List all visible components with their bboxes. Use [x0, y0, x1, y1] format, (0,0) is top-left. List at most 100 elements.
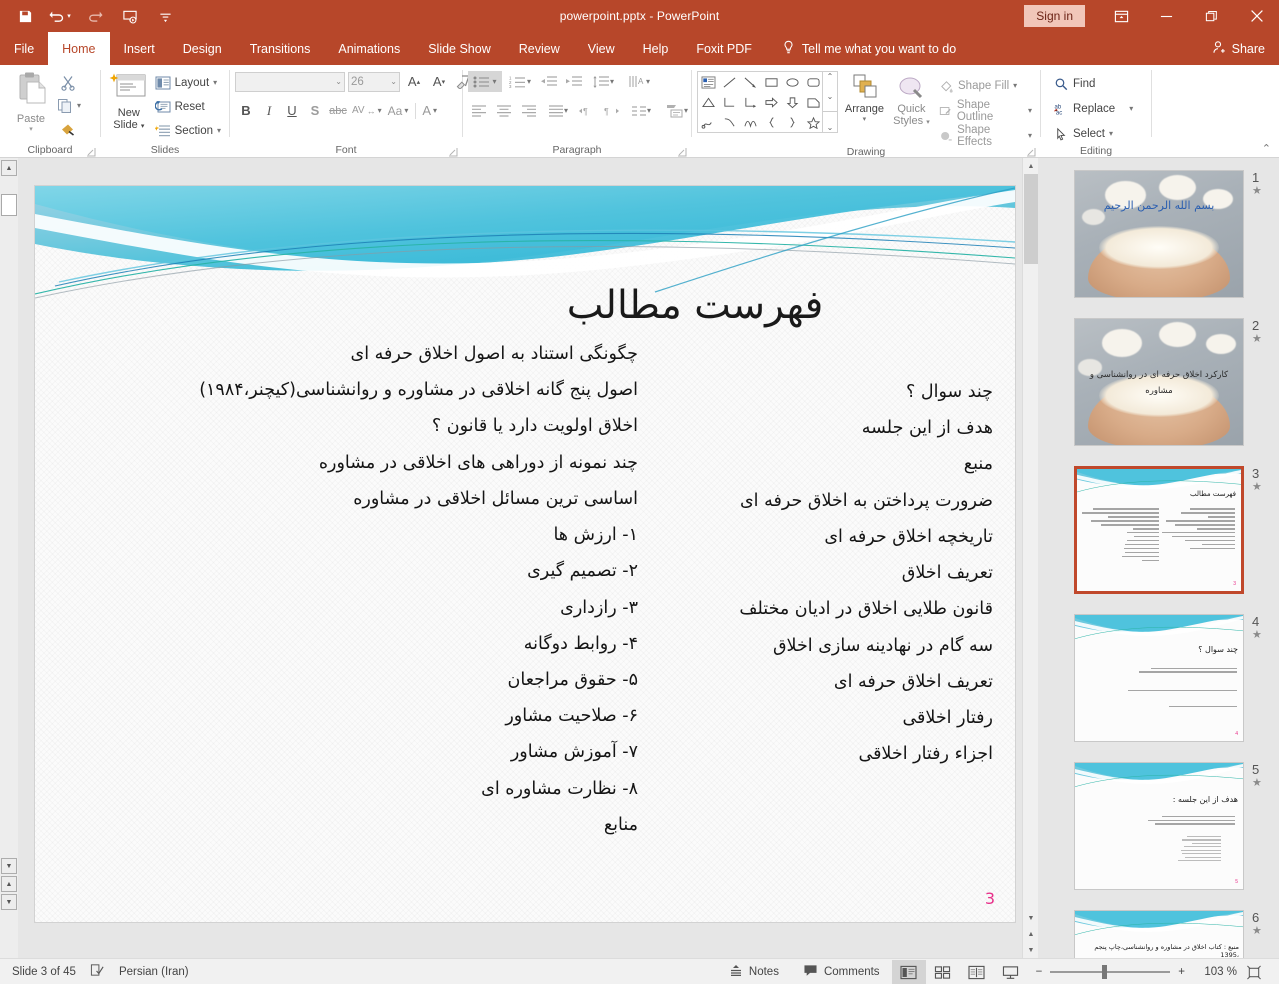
- align-center-button[interactable]: [493, 100, 515, 121]
- slide-title[interactable]: فهرست مطالب: [395, 282, 995, 331]
- tell-me-search[interactable]: Tell me what you want to do: [766, 32, 956, 65]
- font-dialog-launcher-icon[interactable]: [448, 147, 458, 157]
- reset-button[interactable]: Reset: [152, 96, 224, 117]
- increase-indent-button[interactable]: [563, 71, 585, 92]
- paste-button[interactable]: Paste ▾: [5, 69, 57, 133]
- font-name-combobox[interactable]: ⌄: [235, 72, 345, 92]
- triangle-shape-icon[interactable]: [698, 92, 719, 112]
- replace-button[interactable]: abac Replace ▾: [1051, 98, 1136, 119]
- zoom-percent[interactable]: 103 %: [1193, 966, 1237, 978]
- rail-scroll-thumb[interactable]: [1, 194, 17, 216]
- arc-shape-icon[interactable]: [740, 112, 761, 132]
- align-right-button[interactable]: [518, 100, 540, 121]
- zoom-in-button[interactable]: +: [1178, 966, 1185, 978]
- spell-check-icon[interactable]: [90, 963, 105, 980]
- copy-button[interactable]: ▾: [57, 95, 81, 116]
- comments-button[interactable]: Comments: [791, 959, 892, 984]
- underline-button[interactable]: U: [281, 100, 303, 121]
- italic-button[interactable]: I: [258, 100, 280, 121]
- rtl-direction-button[interactable]: ¶: [601, 100, 623, 121]
- align-left-button[interactable]: [468, 100, 490, 121]
- numbering-button[interactable]: 123 ▾: [505, 71, 535, 92]
- slide-indicator[interactable]: Slide 3 of 45: [12, 966, 76, 978]
- change-case-button[interactable]: Aa▾: [385, 100, 412, 121]
- minimize-icon[interactable]: [1144, 0, 1189, 32]
- reading-view-button[interactable]: [960, 960, 994, 984]
- quick-styles-button[interactable]: Quick Styles ▾: [891, 71, 932, 129]
- elbow-connector-icon[interactable]: [719, 92, 740, 112]
- clipboard-dialog-launcher-icon[interactable]: [86, 147, 96, 157]
- normal-view-button[interactable]: [892, 960, 926, 984]
- section-button[interactable]: Section ▾: [152, 120, 224, 141]
- slide-thumbnail-4[interactable]: چند سوال ؟ 4: [1074, 614, 1244, 742]
- rail-scroll-down-icon[interactable]: ▼: [1, 858, 17, 874]
- tab-review[interactable]: Review: [505, 32, 574, 65]
- right-brace-shape-icon[interactable]: [782, 112, 803, 132]
- slide-thumbnail-2[interactable]: کارکرد اخلاق حرفه ای در روانشناسی و مشاو…: [1074, 318, 1244, 446]
- zoom-out-button[interactable]: −: [1036, 966, 1043, 978]
- tab-home[interactable]: Home: [48, 32, 109, 65]
- tab-design[interactable]: Design: [169, 32, 236, 65]
- animation-star-icon[interactable]: ★: [1252, 185, 1262, 198]
- folded-corner-shape-icon[interactable]: [803, 92, 824, 112]
- drawing-dialog-launcher-icon[interactable]: [1026, 147, 1036, 157]
- font-color-button[interactable]: A▾: [420, 100, 439, 121]
- left-brace-shape-icon[interactable]: [761, 112, 782, 132]
- layout-button[interactable]: Layout ▾: [152, 72, 224, 93]
- oval-shape-icon[interactable]: [782, 72, 803, 92]
- current-slide[interactable]: فهرست مطالب چند سوال ؟ هدف از این جلسه م…: [35, 186, 1015, 922]
- convert-to-smartart-button[interactable]: ▾: [662, 100, 692, 121]
- shape-gallery-more-icon[interactable]: ⌄: [827, 123, 834, 132]
- shape-outline-button[interactable]: Shape Outline ▾: [936, 100, 1035, 121]
- bullets-button[interactable]: ▾: [468, 71, 502, 92]
- down-arrow-shape-icon[interactable]: [782, 92, 803, 112]
- text-direction-button[interactable]: A ▾: [624, 71, 654, 92]
- select-button[interactable]: Select ▾: [1051, 123, 1116, 144]
- rail-previous-slide-icon[interactable]: ▲: [1, 876, 17, 892]
- tab-foxit-pdf[interactable]: Foxit PDF: [682, 32, 766, 65]
- zoom-track[interactable]: [1050, 971, 1170, 973]
- slide-thumbnail-5[interactable]: هدف از این جلسه : 5: [1074, 762, 1244, 890]
- tab-help[interactable]: Help: [629, 32, 683, 65]
- star-shape-icon[interactable]: [803, 112, 824, 132]
- justify-button[interactable]: ▾: [543, 100, 573, 121]
- slide-sorter-button[interactable]: [926, 960, 960, 984]
- strikethrough-button[interactable]: abc: [327, 100, 349, 121]
- shape-gallery-scrollbar[interactable]: ⌃ ⌄ ⌄: [823, 71, 838, 133]
- notes-button[interactable]: Notes: [717, 959, 791, 984]
- language-indicator[interactable]: Persian (Iran): [119, 966, 189, 978]
- elbow-arrow-connector-icon[interactable]: [740, 92, 761, 112]
- freeform-shape-icon[interactable]: [698, 112, 719, 132]
- previous-slide-icon[interactable]: ▲: [1023, 926, 1039, 942]
- share-button[interactable]: Share: [1212, 32, 1265, 65]
- rail-scroll-up-icon[interactable]: ▲: [1, 160, 17, 176]
- animation-star-icon[interactable]: ★: [1252, 333, 1262, 346]
- shape-effects-button[interactable]: Shape Effects ▾: [936, 125, 1035, 146]
- font-size-combobox[interactable]: 26 ⌄: [348, 72, 400, 92]
- scroll-up-icon[interactable]: ▲: [1023, 158, 1039, 174]
- curve-shape-icon[interactable]: [719, 112, 740, 132]
- tab-view[interactable]: View: [574, 32, 629, 65]
- text-shadow-button[interactable]: S: [304, 100, 326, 121]
- tab-insert[interactable]: Insert: [110, 32, 169, 65]
- close-icon[interactable]: [1234, 0, 1279, 32]
- find-button[interactable]: Find: [1051, 73, 1098, 94]
- ribbon-display-options-icon[interactable]: [1099, 0, 1144, 32]
- cut-button[interactable]: [57, 72, 79, 93]
- scroll-down-icon[interactable]: ⌄: [827, 92, 834, 101]
- right-arrow-shape-icon[interactable]: [761, 92, 782, 112]
- columns-button[interactable]: ▾: [626, 100, 656, 121]
- ltr-direction-button[interactable]: ¶: [576, 100, 598, 121]
- animation-star-icon[interactable]: ★: [1252, 629, 1262, 642]
- bold-button[interactable]: B: [235, 100, 257, 121]
- scroll-thumb[interactable]: [1024, 174, 1038, 264]
- slide-thumbnail-3[interactable]: فهرست مطالب: [1074, 466, 1244, 594]
- tab-slide-show[interactable]: Slide Show: [414, 32, 505, 65]
- slide-thumbnail-pane[interactable]: بسم الله الرحمن الرحیم 1 ★ کارکرد ا: [1038, 158, 1279, 958]
- slide-show-button[interactable]: [994, 960, 1028, 984]
- decrease-font-size-icon[interactable]: A▾: [428, 71, 450, 92]
- increase-font-size-icon[interactable]: A▴: [403, 71, 425, 92]
- paragraph-dialog-launcher-icon[interactable]: [677, 147, 687, 157]
- restore-icon[interactable]: [1189, 0, 1234, 32]
- fit-slide-to-window-button[interactable]: [1237, 960, 1271, 984]
